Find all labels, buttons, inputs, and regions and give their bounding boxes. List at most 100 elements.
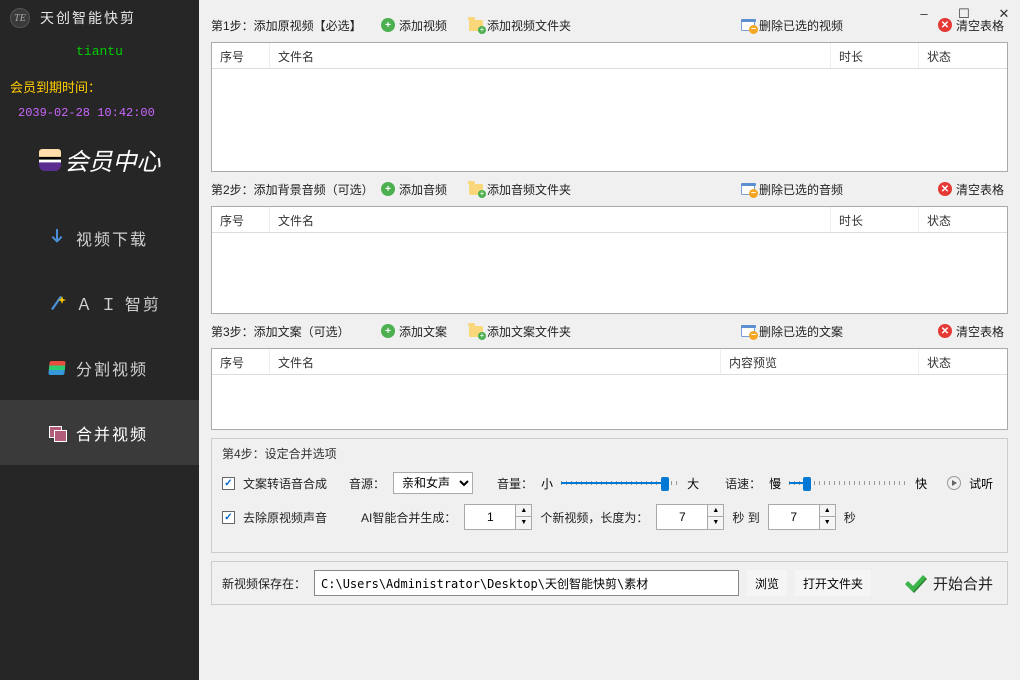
table-header: 序号 文件名 内容预览 状态 xyxy=(212,349,1007,375)
nav-label: 合并视频 xyxy=(76,421,148,445)
delete-text-button[interactable]: 删除已选的文案 xyxy=(741,323,843,340)
text-table[interactable]: 序号 文件名 内容预览 状态 xyxy=(211,348,1008,430)
len-suffix: 秒 xyxy=(844,509,856,526)
spin-down[interactable]: ▼ xyxy=(516,517,531,529)
video-table[interactable]: 序号 文件名 时长 状态 xyxy=(211,42,1008,172)
strip-audio-checkbox[interactable] xyxy=(222,511,235,524)
volume-min: 小 xyxy=(541,475,553,492)
spin-up[interactable]: ▲ xyxy=(516,505,531,517)
ai-merge-label: AI智能合并生成： xyxy=(361,509,456,526)
table-header: 序号 文件名 时长 状态 xyxy=(212,43,1007,69)
count-input[interactable] xyxy=(464,504,516,530)
col-index: 序号 xyxy=(212,207,270,232)
len-from-input[interactable] xyxy=(656,504,708,530)
col-filename: 文件名 xyxy=(270,43,831,68)
nav-menu: 视频下载 Ａ Ｉ 智剪 分割视频 合并视频 xyxy=(0,205,199,465)
split-icon xyxy=(48,359,66,377)
table-header: 序号 文件名 时长 状态 xyxy=(212,207,1007,233)
member-center-link[interactable]: 会员中心 xyxy=(0,132,199,205)
spin-up[interactable]: ▲ xyxy=(708,505,723,517)
step4-title: 第4步：设定合并选项 xyxy=(222,445,997,462)
clear-text-button[interactable]: ✕清空表格 xyxy=(938,323,1004,340)
play-icon[interactable] xyxy=(947,476,961,490)
step4-panel: 第4步：设定合并选项 文案转语音合成 音源： 亲和女声 音量： 小 大 语速： … xyxy=(211,438,1008,553)
preview-button[interactable]: 试听 xyxy=(969,475,993,492)
volume-label: 音量： xyxy=(497,475,533,492)
member-center-label: 会员中心 xyxy=(65,142,161,177)
minimize-button[interactable]: – xyxy=(916,6,932,22)
spin-down[interactable]: ▼ xyxy=(820,517,835,529)
delete-audio-button[interactable]: 删除已选的音频 xyxy=(741,181,843,198)
nav-item-split[interactable]: 分割视频 xyxy=(0,335,199,400)
speed-min: 慢 xyxy=(769,475,781,492)
ai-icon xyxy=(48,294,66,312)
folder-icon xyxy=(469,326,483,337)
delete-icon xyxy=(741,20,755,31)
audio-table[interactable]: 序号 文件名 时长 状态 xyxy=(211,206,1008,314)
app-title: 天创智能快剪 xyxy=(40,8,136,28)
spin-up[interactable]: ▲ xyxy=(820,505,835,517)
open-folder-button[interactable]: 打开文件夹 xyxy=(795,570,871,596)
len-mid: 秒 到 xyxy=(732,509,759,526)
nav-item-merge[interactable]: 合并视频 xyxy=(0,400,199,465)
browse-button[interactable]: 浏览 xyxy=(747,570,787,596)
add-video-button[interactable]: +添加视频 xyxy=(381,17,447,34)
main-panel: – ☐ ✕ 第1步：添加原视频【必选】 +添加视频 添加视频文件夹 删除已选的视… xyxy=(199,0,1020,680)
len-from-spinner[interactable]: ▲▼ xyxy=(656,504,724,530)
clear-icon: ✕ xyxy=(938,324,952,338)
col-index: 序号 xyxy=(212,43,270,68)
voice-select[interactable]: 亲和女声 xyxy=(393,472,473,494)
start-merge-button[interactable]: 开始合并 xyxy=(899,571,997,595)
col-preview: 内容预览 xyxy=(721,349,919,374)
save-label: 新视频保存在： xyxy=(222,575,306,592)
clear-icon: ✕ xyxy=(938,182,952,196)
tts-label: 文案转语音合成 xyxy=(243,475,327,492)
len-to-input[interactable] xyxy=(768,504,820,530)
volume-max: 大 xyxy=(687,475,699,492)
col-filename: 文件名 xyxy=(270,349,721,374)
nav-item-ai[interactable]: Ａ Ｉ 智剪 xyxy=(0,270,199,335)
save-path-input[interactable] xyxy=(314,570,739,596)
clear-audio-button[interactable]: ✕清空表格 xyxy=(938,181,1004,198)
add-text-folder-button[interactable]: 添加文案文件夹 xyxy=(469,323,571,340)
col-filename: 文件名 xyxy=(270,207,831,232)
close-button[interactable]: ✕ xyxy=(996,6,1012,22)
brand-name: tiantu xyxy=(0,36,199,71)
tts-checkbox[interactable] xyxy=(222,477,235,490)
count-spinner[interactable]: ▲▼ xyxy=(464,504,532,530)
add-video-folder-button[interactable]: 添加视频文件夹 xyxy=(469,17,571,34)
titlebar: TE 天创智能快剪 xyxy=(0,0,199,36)
step2-bar: 第2步：添加背景音频（可选） +添加音频 添加音频文件夹 删除已选的音频 ✕清空… xyxy=(211,178,1008,200)
step3-label: 第3步：添加文案（可选） xyxy=(211,323,381,340)
col-status: 状态 xyxy=(919,43,1007,68)
add-audio-folder-button[interactable]: 添加音频文件夹 xyxy=(469,181,571,198)
add-text-button[interactable]: +添加文案 xyxy=(381,323,447,340)
speed-slider[interactable] xyxy=(789,481,907,485)
bottom-bar: 新视频保存在： 浏览 打开文件夹 开始合并 xyxy=(211,561,1008,605)
len-to-spinner[interactable]: ▲▼ xyxy=(768,504,836,530)
add-audio-button[interactable]: +添加音频 xyxy=(381,181,447,198)
volume-slider[interactable] xyxy=(561,481,679,485)
nav-label: Ａ Ｉ 智剪 xyxy=(76,291,161,315)
plus-icon: + xyxy=(381,324,395,338)
maximize-button[interactable]: ☐ xyxy=(956,6,972,22)
step1-label: 第1步：添加原视频【必选】 xyxy=(211,17,381,34)
spin-down[interactable]: ▼ xyxy=(708,517,723,529)
plus-icon: + xyxy=(381,182,395,196)
window-controls: – ☐ ✕ xyxy=(916,6,1012,22)
folder-icon xyxy=(469,184,483,195)
col-status: 状态 xyxy=(919,349,1007,374)
app-logo: TE xyxy=(10,8,30,28)
folder-icon xyxy=(469,20,483,31)
nav-label: 视频下载 xyxy=(76,226,148,250)
sidebar: TE 天创智能快剪 tiantu 会员到期时间： 2039-02-28 10:4… xyxy=(0,0,199,680)
delete-video-button[interactable]: 删除已选的视频 xyxy=(741,17,843,34)
plus-icon: + xyxy=(381,18,395,32)
merge-icon xyxy=(48,424,66,442)
download-icon xyxy=(48,229,66,247)
step2-label: 第2步：添加背景音频（可选） xyxy=(211,181,381,198)
nav-item-download[interactable]: 视频下载 xyxy=(0,205,199,270)
col-status: 状态 xyxy=(919,207,1007,232)
delete-icon xyxy=(741,326,755,337)
nav-label: 分割视频 xyxy=(76,356,148,380)
